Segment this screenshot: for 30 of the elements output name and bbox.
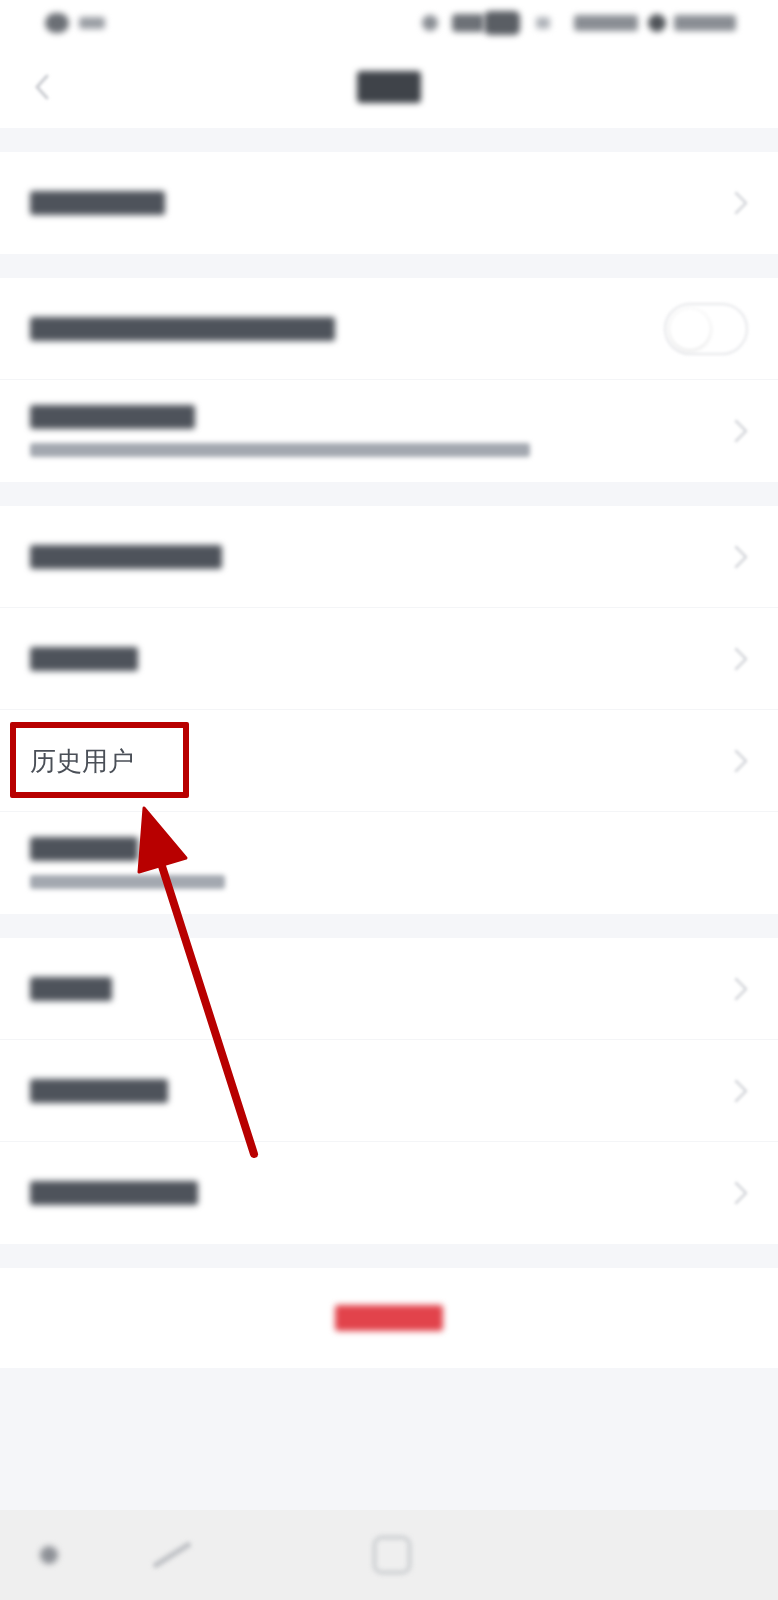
row-label: 历史用户 bbox=[30, 747, 134, 774]
settings-row[interactable] bbox=[0, 1040, 778, 1142]
chevron-right-icon bbox=[734, 976, 748, 1001]
blurred-status-icon bbox=[574, 15, 638, 31]
settings-row[interactable] bbox=[0, 1142, 778, 1244]
settings-row[interactable] bbox=[0, 812, 778, 914]
chevron-right-icon bbox=[734, 1078, 748, 1103]
settings-row[interactable] bbox=[0, 938, 778, 1040]
chevron-right-icon bbox=[734, 419, 748, 443]
blurred-title bbox=[357, 71, 421, 103]
chevron-right-icon bbox=[734, 748, 748, 773]
chevron-right-icon bbox=[734, 646, 748, 671]
settings-row[interactable]: 历史用户 bbox=[0, 710, 778, 812]
settings-row[interactable] bbox=[0, 380, 778, 482]
blurred-status-icon bbox=[484, 11, 520, 35]
blurred-status-icon bbox=[422, 15, 438, 31]
settings-row[interactable] bbox=[0, 506, 778, 608]
blurred-status-icon bbox=[536, 17, 550, 29]
settings-row[interactable] bbox=[0, 608, 778, 710]
chevron-right-icon bbox=[734, 544, 748, 569]
blurred-status-icon bbox=[674, 15, 736, 31]
blurred-status-icon bbox=[648, 14, 666, 32]
blurred-status-icon bbox=[452, 14, 484, 32]
settings-row[interactable] bbox=[0, 152, 778, 254]
blurred-status-icon bbox=[79, 17, 105, 29]
settings-row[interactable] bbox=[0, 278, 778, 380]
logout-button[interactable] bbox=[0, 1268, 778, 1368]
chevron-right-icon bbox=[734, 191, 748, 215]
chevron-right-icon bbox=[734, 1181, 748, 1205]
blurred-status-icon bbox=[45, 13, 69, 33]
